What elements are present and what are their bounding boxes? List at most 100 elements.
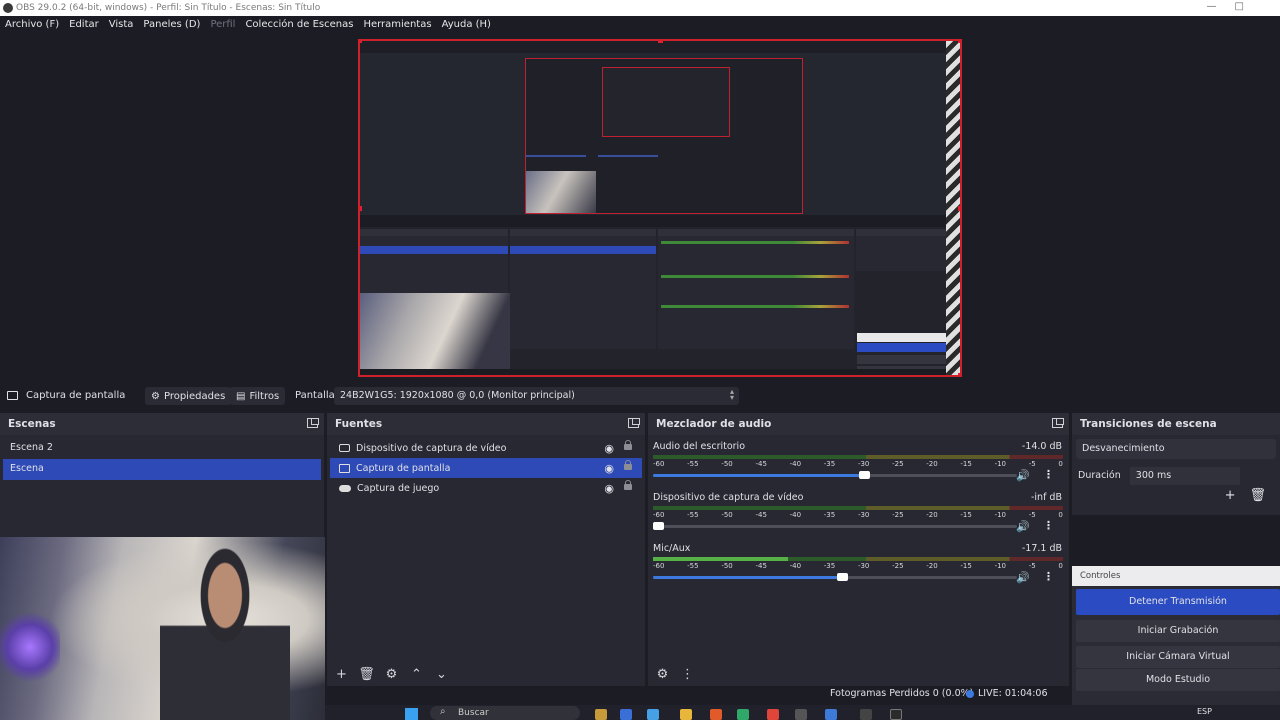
tick-label: -10: [994, 460, 1006, 468]
windows-start-icon[interactable]: [405, 708, 418, 720]
file-explorer-icon[interactable]: [595, 709, 607, 720]
menu-item-2[interactable]: Vista: [109, 19, 134, 30]
menu-dots-icon[interactable]: ⋮: [1043, 570, 1054, 583]
tick-label: 0: [1058, 511, 1063, 519]
source-item[interactable]: Captura de pantalla ◉: [330, 458, 642, 478]
app-icon[interactable]: [620, 709, 632, 720]
edge-icon[interactable]: [647, 709, 659, 720]
speaker-icon[interactable]: 🔊: [1016, 571, 1030, 584]
advanced-audio-icon[interactable]: ⚙: [654, 667, 671, 682]
dropped-frames: Fotogramas Perdidos 0 (0.0%): [830, 688, 974, 699]
source-item[interactable]: Captura de juego ◉: [330, 478, 642, 498]
tick-label: 0: [1058, 562, 1063, 570]
tick-label: -25: [892, 511, 904, 519]
trash-icon[interactable]: 🗑: [1249, 488, 1266, 503]
filter-icon: ▤: [236, 390, 246, 402]
display-label: Pantalla: [295, 390, 335, 401]
controls-dock: Controles Detener Transmisión Iniciar Gr…: [1072, 566, 1280, 720]
menu-item-4[interactable]: Perfil: [210, 19, 235, 30]
undock-icon[interactable]: [1052, 418, 1064, 428]
speaker-icon[interactable]: 🔊: [1016, 469, 1030, 482]
mixer-channel: Dispositivo de captura de vídeo -inf dB -6…: [648, 492, 1066, 542]
lock-icon[interactable]: [624, 480, 632, 490]
tick-label: -5: [1028, 460, 1036, 468]
tick-label: 0: [1058, 460, 1063, 468]
channel-db: -inf dB: [1030, 492, 1062, 503]
add-icon[interactable]: +: [1225, 488, 1236, 503]
scene-item[interactable]: Escena 2: [3, 438, 321, 459]
undock-icon[interactable]: [307, 418, 319, 428]
windows-taskbar: Buscar ESP: [325, 705, 1280, 720]
mixer-channel: Audio del escritorio -14.0 dB -60 -55 -50 -45…: [648, 441, 1066, 491]
transition-select[interactable]: Desvanecimiento: [1076, 439, 1276, 459]
meter-ticks: -60 -55 -50 -45 -40 -35 -30 -25 -20 -15 -10 -5 0: [653, 511, 1063, 519]
scene-item[interactable]: Escena: [3, 459, 321, 480]
menu-dots-icon[interactable]: ⋮: [679, 667, 696, 682]
tick-label: -30: [857, 562, 870, 570]
menu-item-6[interactable]: Herramientas: [363, 19, 431, 30]
volume-slider[interactable]: [653, 522, 1017, 530]
obs-logo-icon: [3, 3, 13, 13]
duration-input[interactable]: 300 ms: [1129, 467, 1240, 485]
start-virtual-camera-button[interactable]: Iniciar Cámara Virtual: [1076, 646, 1280, 668]
tick-label: -50: [721, 460, 733, 468]
mixer-title: Mezclador de audio: [656, 418, 772, 430]
start-recording-button[interactable]: Iniciar Grabación: [1076, 620, 1280, 642]
stop-stream-button[interactable]: Detener Transmisión: [1076, 589, 1280, 615]
menu-dots-icon[interactable]: ⋮: [1043, 519, 1054, 532]
filters-button[interactable]: ▤ Filtros: [230, 387, 286, 405]
display-select[interactable]: 24B2W1G5: 1920x1080 @ 0,0 (Monitor princ…: [334, 387, 739, 405]
meter-ticks: -60 -55 -50 -45 -40 -35 -30 -25 -20 -15 -10 -5 0: [653, 460, 1063, 468]
folder-icon[interactable]: [680, 709, 692, 720]
properties-button[interactable]: ⚙ Propiedades: [145, 387, 232, 405]
menu-item-0[interactable]: Archivo (F): [5, 19, 59, 30]
trash-icon[interactable]: 🗑: [358, 667, 375, 682]
sources-toolbar: + 🗑 ⚙ ⌃ ⌄: [333, 667, 450, 682]
menu-item-3[interactable]: Paneles (D): [143, 19, 200, 30]
status-bar: Fotogramas Perdidos 0 (0.0%) LIVE: 01:04…: [650, 686, 1072, 702]
preview-canvas[interactable]: [358, 39, 962, 377]
menu-dots-icon[interactable]: ⋮: [1043, 468, 1054, 481]
app-icon[interactable]: [737, 709, 749, 720]
move-up-icon[interactable]: ⌃: [408, 667, 425, 682]
webcam-feed: [0, 537, 325, 720]
transitions-dock: Transiciones de escena Desvanecimiento D…: [1072, 413, 1280, 515]
nested-docks: [360, 215, 950, 375]
source-item[interactable]: Dispositivo de captura de vídeo ◉: [330, 438, 642, 458]
visibility-eye-icon[interactable]: ◉: [604, 442, 614, 455]
studio-mode-button[interactable]: Modo Estudio: [1076, 669, 1280, 691]
speaker-icon[interactable]: 🔊: [1016, 520, 1030, 533]
brave-icon[interactable]: [710, 709, 722, 720]
undock-icon[interactable]: [628, 418, 640, 428]
language-indicator[interactable]: ESP: [1197, 707, 1212, 716]
source-label: Captura de pantalla: [356, 462, 451, 474]
volume-slider[interactable]: [653, 471, 1017, 479]
window-controls[interactable]: —□: [1207, 1, 1262, 12]
menu-item-7[interactable]: Ayuda (H): [442, 19, 491, 30]
move-down-icon[interactable]: ⌄: [433, 667, 450, 682]
app-icon[interactable]: [860, 709, 872, 720]
lock-icon[interactable]: [624, 440, 632, 450]
tick-label: -35: [823, 460, 836, 468]
add-icon[interactable]: +: [333, 667, 350, 682]
lock-icon[interactable]: [624, 460, 632, 470]
camera-icon: [339, 444, 350, 452]
tick-label: -25: [892, 562, 904, 570]
preview-area[interactable]: [0, 33, 1280, 385]
visibility-eye-icon[interactable]: ◉: [604, 482, 614, 495]
app-icon[interactable]: [795, 709, 807, 720]
visibility-eye-icon[interactable]: ◉: [604, 462, 614, 475]
app-icon[interactable]: [825, 709, 837, 720]
menu-item-5[interactable]: Colección de Escenas: [245, 19, 353, 30]
gear-icon[interactable]: ⚙: [383, 667, 400, 682]
menu-item-1[interactable]: Editar: [69, 19, 99, 30]
source-toolbar: Captura de pantalla ⚙ Propiedades ▤ Filt…: [0, 385, 1280, 407]
chrome-icon[interactable]: [767, 709, 779, 720]
tick-label: -35: [823, 511, 836, 519]
volume-slider[interactable]: [653, 573, 1017, 581]
source-label: Captura de juego: [357, 482, 440, 494]
taskbar-search[interactable]: Buscar: [430, 706, 580, 720]
tick-label: -10: [994, 511, 1006, 519]
obs-taskbar-icon[interactable]: [890, 709, 902, 720]
selected-source-name: Captura de pantalla: [26, 390, 126, 401]
